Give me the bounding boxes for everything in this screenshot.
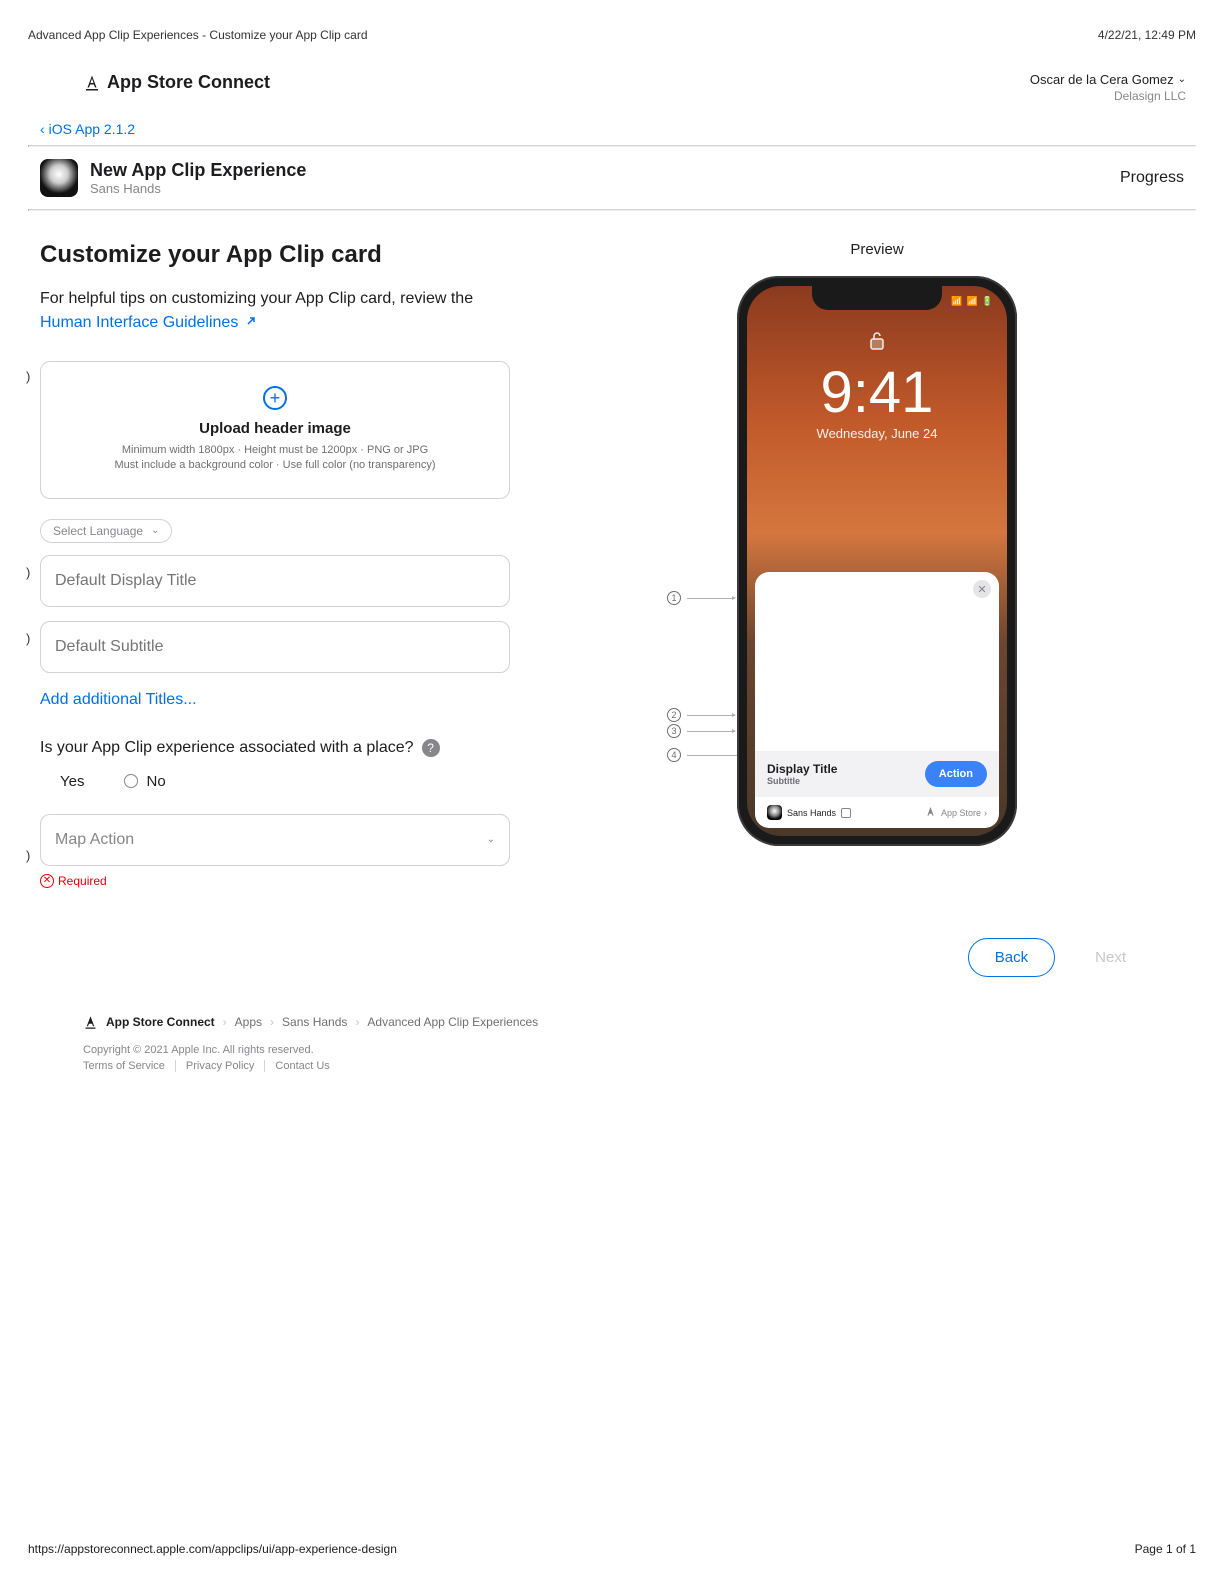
- app-store-icon: [923, 805, 938, 820]
- card-action-button[interactable]: Action: [925, 761, 987, 787]
- upload-title: Upload header image: [61, 420, 489, 437]
- language-select[interactable]: Select Language ⌄: [40, 519, 172, 543]
- breadcrumb-app[interactable]: Sans Hands: [282, 1015, 347, 1029]
- annotation-paren: ): [26, 631, 30, 646]
- brand-text: App Store Connect: [107, 72, 270, 93]
- chevron-right-icon: ›: [223, 1015, 227, 1029]
- radio-no[interactable]: No: [124, 773, 165, 790]
- contact-link[interactable]: Contact Us: [275, 1060, 339, 1072]
- place-question: Is your App Clip experience associated w…: [40, 739, 414, 757]
- subtitle-input[interactable]: [40, 621, 510, 673]
- external-link-icon: [245, 315, 257, 327]
- card-app-name: Sans Hands: [787, 808, 836, 818]
- upload-hint-2: Must include a background color · Use fu…: [61, 458, 489, 473]
- upload-header-image[interactable]: + Upload header image Minimum width 1800…: [40, 361, 510, 499]
- checkbox-icon: [841, 808, 851, 818]
- annotation-line: [687, 715, 735, 716]
- next-button: Next: [1085, 939, 1136, 976]
- lock-date: Wednesday, June 24: [747, 426, 1007, 441]
- chevron-right-icon: ›: [984, 808, 987, 818]
- annotation-line: [687, 731, 735, 732]
- close-icon[interactable]: ✕: [973, 580, 991, 598]
- back-breadcrumb[interactable]: ‹ iOS App 2.1.2: [28, 113, 147, 145]
- card-header-area: [755, 572, 999, 751]
- chevron-down-icon: ⌄: [151, 525, 159, 536]
- account-org: Delasign LLC: [1030, 89, 1186, 103]
- mini-app-icon: [767, 805, 782, 820]
- map-action-select[interactable]: Map Action ⌄: [40, 814, 510, 866]
- section-title: Customize your App Clip card: [40, 241, 510, 269]
- annotation-paren: ): [26, 565, 30, 580]
- lock-time: 9:41: [747, 359, 1007, 426]
- app-icon: [40, 159, 78, 197]
- account-menu[interactable]: Oscar de la Cera Gomez ⌄: [1030, 72, 1186, 87]
- phone-screen: 📶 📶 🔋 9:41 Wednesday, June 24 ✕: [747, 286, 1007, 836]
- upload-hint-1: Minimum width 1800px · Height must be 12…: [61, 443, 489, 458]
- annotation-line: [687, 598, 735, 599]
- brand[interactable]: App Store Connect: [83, 72, 270, 93]
- display-title-input[interactable]: [40, 555, 510, 607]
- error-icon: ✕: [40, 874, 54, 888]
- tips-text: For helpful tips on customizing your App…: [40, 290, 473, 307]
- phone-frame: 📶 📶 🔋 9:41 Wednesday, June 24 ✕: [737, 276, 1017, 846]
- back-button[interactable]: Back: [968, 938, 1055, 977]
- print-timestamp: 4/22/21, 12:49 PM: [1098, 28, 1196, 42]
- annotation-2: 2: [667, 708, 681, 722]
- privacy-link[interactable]: Privacy Policy: [186, 1060, 265, 1072]
- print-page: Page 1 of 1: [1135, 1542, 1196, 1556]
- plus-icon: +: [263, 386, 287, 410]
- app-store-connect-icon: [83, 1015, 98, 1030]
- annotation-paren: ): [26, 369, 30, 384]
- breadcrumb-apps[interactable]: Apps: [235, 1015, 262, 1029]
- phone-notch: [812, 286, 942, 310]
- radio-yes[interactable]: Yes: [60, 773, 84, 790]
- annotation-1: 1: [667, 591, 681, 605]
- add-titles-link[interactable]: Add additional Titles...: [40, 691, 197, 709]
- chevron-down-icon: ⌄: [1178, 74, 1186, 85]
- chevron-down-icon: ⌄: [487, 834, 495, 845]
- progress-label: Progress: [1120, 169, 1184, 187]
- print-title: Advanced App Clip Experiences - Customiz…: [28, 28, 368, 42]
- app-store-link[interactable]: App Store ›: [923, 805, 987, 820]
- chevron-left-icon: ‹: [40, 121, 45, 137]
- app-store-connect-icon: [83, 74, 101, 92]
- card-display-title: Display Title: [767, 762, 837, 776]
- chevron-right-icon: ›: [270, 1015, 274, 1029]
- app-clip-card: ✕ Display Title Subtitle Action: [755, 572, 999, 828]
- chevron-right-icon: ›: [355, 1015, 359, 1029]
- help-icon[interactable]: ?: [422, 739, 440, 757]
- required-error: ✕ Required: [40, 874, 510, 888]
- copyright: Copyright © 2021 Apple Inc. All rights r…: [83, 1044, 1141, 1056]
- page-title: New App Clip Experience: [90, 160, 306, 181]
- hig-link[interactable]: Human Interface Guidelines: [40, 314, 257, 331]
- card-subtitle: Subtitle: [767, 776, 837, 786]
- tos-link[interactable]: Terms of Service: [83, 1060, 176, 1072]
- preview-label: Preview: [850, 241, 903, 258]
- annotation-paren: ): [26, 848, 30, 863]
- app-subtitle: Sans Hands: [90, 181, 306, 196]
- annotation-4: 4: [667, 748, 681, 762]
- annotation-3: 3: [667, 724, 681, 738]
- radio-icon: [124, 774, 138, 788]
- breadcrumb-root[interactable]: App Store Connect: [106, 1015, 215, 1029]
- print-url: https://appstoreconnect.apple.com/appcli…: [28, 1542, 397, 1556]
- breadcrumb-current: Advanced App Clip Experiences: [367, 1015, 538, 1029]
